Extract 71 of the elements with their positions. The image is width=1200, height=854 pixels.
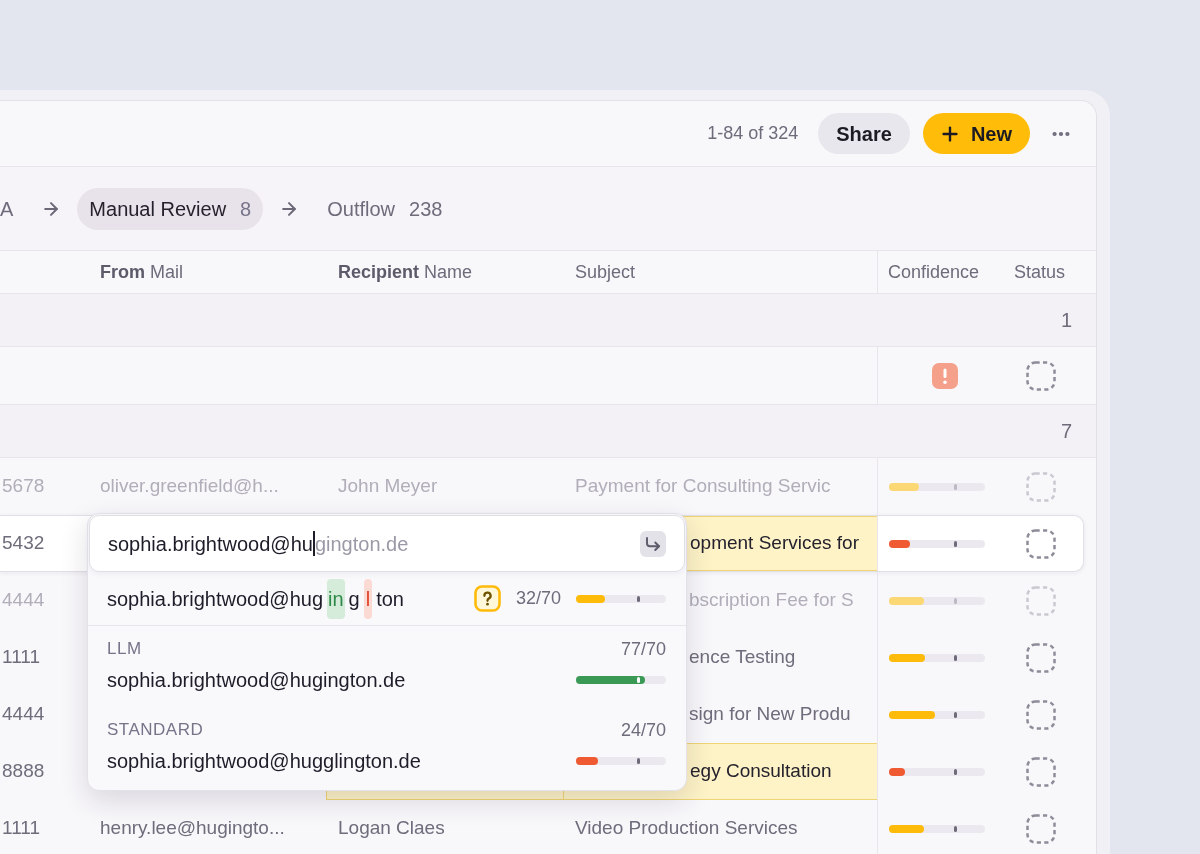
column-header[interactable]: Status [1014, 258, 1066, 286]
share-button[interactable]: Share [818, 113, 910, 154]
text-cursor-icon [312, 531, 315, 556]
score-text: 24/70 [620, 718, 666, 742]
new-button[interactable]: New [922, 113, 1030, 154]
email-input-field[interactable]: sophia.brightwood@hugington.de [89, 515, 685, 572]
subject-text: bscription Fee for S [689, 588, 854, 613]
threshold-tick-icon [954, 825, 958, 832]
group-count: 7 [1060, 419, 1072, 444]
matched-letters: sophia.brightwood@hug [107, 586, 323, 612]
threshold-tick-icon [637, 758, 641, 764]
group-header-row[interactable]: 7 [0, 405, 1096, 458]
dashed-square-icon [1026, 642, 1056, 673]
id-text: 1111 [2, 816, 41, 841]
subject-text: Video Production Services [575, 816, 798, 841]
subject-text: Payment for Consulting Servic [575, 474, 831, 499]
matched-letters: ton [376, 586, 404, 612]
subject-text: opment Services for [690, 531, 859, 556]
subject-text: egy Consultation [690, 759, 832, 784]
threshold-tick-icon [954, 654, 958, 661]
email-text: oliver.greenfield@h... [100, 474, 279, 499]
email-text: henry.lee@hugingto... [100, 816, 285, 841]
source-label: STANDARD [107, 719, 204, 742]
subject-text: ence Testing [689, 645, 796, 670]
score-text: 77/70 [620, 637, 666, 661]
alert-icon [931, 362, 958, 389]
column-header[interactable]: Confidence [888, 258, 980, 286]
record-range: 1-84 of 324 [707, 122, 799, 145]
group-count: 1 [1060, 308, 1072, 333]
id-text: 4444 [2, 702, 45, 727]
removed-letters: l [363, 578, 373, 619]
id-text: 5432 [2, 531, 45, 556]
threshold-tick-icon [954, 711, 958, 718]
subject-text: sign for New Produ [689, 702, 851, 727]
source-option[interactable]: LLM 77/70 sophia.brightwood@hugington.de [88, 626, 686, 707]
dashed-square-icon [1026, 756, 1056, 787]
threshold-tick-icon [637, 677, 641, 683]
pipeline-stage[interactable]: A [0, 187, 26, 230]
id-text: 5678 [2, 474, 45, 499]
question-icon [473, 585, 501, 612]
column-header[interactable]: Recipient Name [338, 258, 473, 286]
added-letters: in [327, 578, 345, 619]
threshold-tick-icon [954, 540, 958, 547]
email-suggestion: sophia.brightwood@hugglington.de [107, 749, 421, 774]
id-text: 4444 [2, 588, 45, 613]
matched-letters: g [348, 586, 360, 612]
id-text: 1111 [2, 645, 41, 670]
source-option[interactable]: STANDARD 24/70 sophia.brightwood@hugglington.de [88, 707, 686, 788]
column-header[interactable]: From Mail [100, 258, 183, 286]
pipeline-stage[interactable]: Outflow 238 [315, 187, 455, 230]
dashed-square-icon [1026, 585, 1056, 616]
dashed-square-icon [1026, 813, 1056, 844]
pipeline-stage[interactable]: Manual Review 8 [77, 187, 264, 230]
threshold-tick-icon [954, 597, 958, 604]
recipient-name: John Meyer [338, 474, 438, 499]
dashed-square-icon [1026, 471, 1056, 502]
dashed-square-icon [1026, 360, 1056, 391]
id-text: 8888 [2, 759, 45, 784]
column-header[interactable]: Subject [575, 258, 636, 286]
threshold-tick-icon [954, 483, 958, 490]
dashed-square-icon [1026, 528, 1056, 559]
suggestion-option[interactable]: sophia.brightwood@hug in g l ton 32/70 [88, 572, 686, 626]
email-suggestion: sophia.brightwood@hugington.de [107, 668, 406, 693]
score-text: 32/70 [515, 587, 561, 610]
threshold-tick-icon [954, 768, 958, 775]
threshold-tick-icon [637, 595, 641, 602]
enter-key-icon[interactable] [640, 530, 666, 557]
recipient-name: Logan Claes [338, 816, 445, 841]
source-label: LLM [107, 638, 142, 661]
group-header-row[interactable]: 1 [0, 294, 1096, 347]
dashed-square-icon [1026, 699, 1056, 730]
